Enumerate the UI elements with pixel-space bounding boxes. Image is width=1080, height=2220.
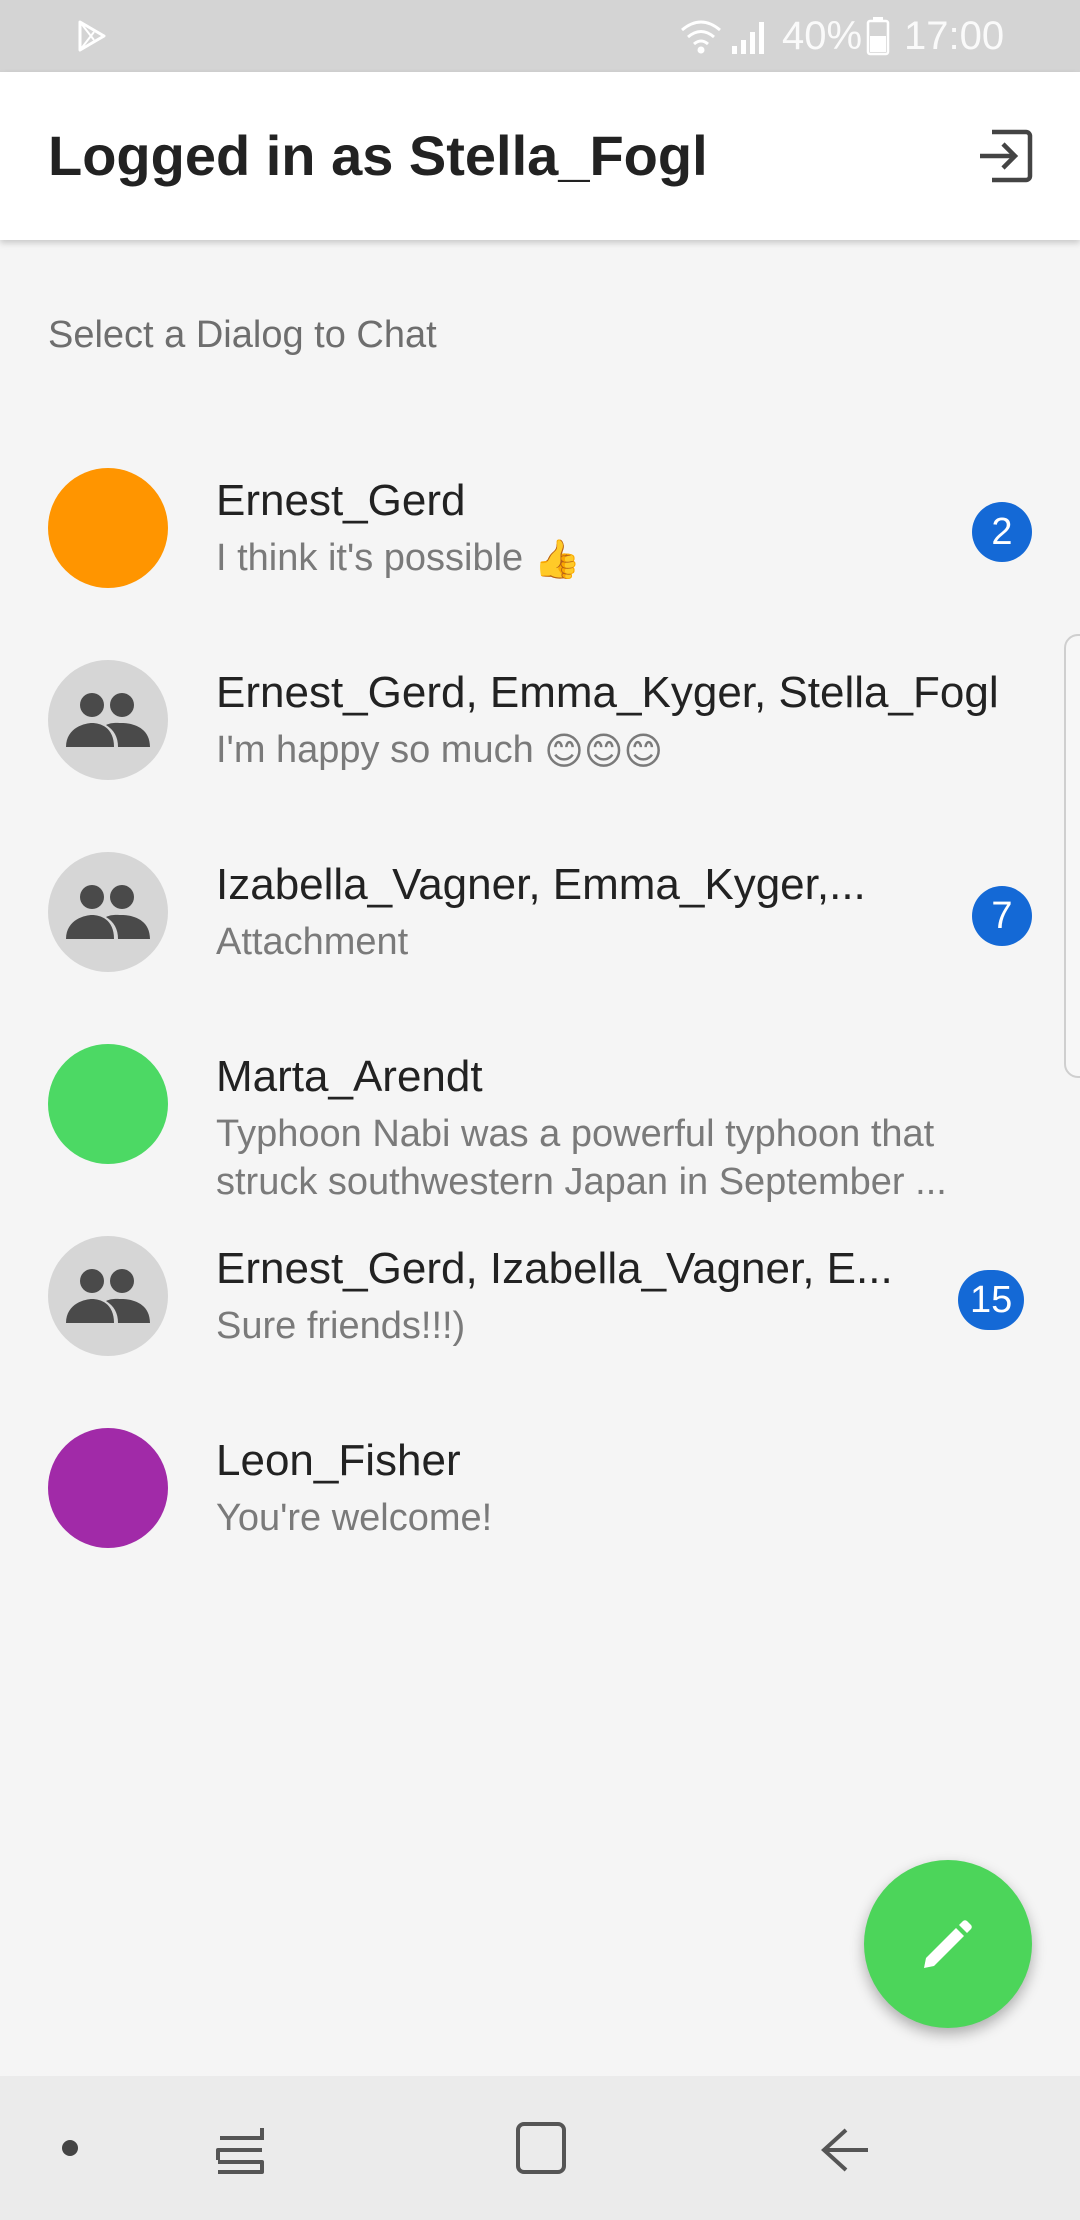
dialog-name: Marta_Arendt bbox=[216, 1052, 483, 1101]
group-icon bbox=[66, 1269, 150, 1323]
home-icon[interactable] bbox=[510, 2118, 572, 2180]
dialog-item[interactable]: Ernest_Gerd I think it's possible 👍 2 bbox=[0, 432, 1080, 624]
avatar bbox=[48, 852, 168, 972]
dialog-preview: Typhoon Nabi was a powerful typhoon that… bbox=[216, 1113, 947, 1203]
dialog-name: Leon_Fisher bbox=[216, 1436, 461, 1485]
play-store-icon bbox=[78, 20, 106, 52]
wifi-icon bbox=[681, 20, 721, 54]
page-title: Logged in as Stella_Fogl bbox=[48, 124, 708, 187]
dialog-item[interactable]: Ernest_Gerd, Izabella_Vagner, E... Sure … bbox=[0, 1200, 1080, 1392]
dialog-preview: I'm happy so much 😊😊😊 bbox=[216, 726, 1056, 776]
status-bar: 40% 17:00 bbox=[0, 0, 1080, 72]
nav-dot-icon[interactable] bbox=[62, 2140, 78, 2156]
scroll-handle[interactable] bbox=[1064, 634, 1080, 1078]
logout-button[interactable] bbox=[968, 118, 1044, 194]
avatar bbox=[48, 1428, 168, 1548]
section-header: Select a Dialog to Chat bbox=[48, 314, 437, 356]
clock: 17:00 bbox=[904, 14, 1005, 58]
avatar bbox=[48, 660, 168, 780]
group-icon bbox=[66, 693, 150, 747]
unread-badge: 2 bbox=[972, 502, 1032, 562]
dialog-name: Izabella_Vagner, Emma_Kyger,... bbox=[216, 860, 866, 909]
battery-percent: 40% bbox=[782, 14, 863, 58]
smiling-face-icon: 😊😊😊 bbox=[544, 730, 664, 773]
dialog-item[interactable]: Leon_Fisher You're welcome! bbox=[0, 1392, 1080, 1584]
dialog-item[interactable]: Marta_Arendt Typhoon Nabi was a powerful… bbox=[0, 1008, 1080, 1203]
unread-badge: 15 bbox=[958, 1270, 1025, 1330]
dialog-name: Ernest_Gerd, Izabella_Vagner, E... bbox=[216, 1244, 893, 1293]
dialog-preview: Attachment bbox=[216, 921, 409, 963]
battery-icon bbox=[866, 17, 890, 56]
avatar bbox=[48, 1044, 168, 1164]
signal-icon bbox=[732, 22, 764, 54]
thumbs-up-icon: 👍 bbox=[533, 538, 582, 581]
dialog-preview: Sure friends!!!) bbox=[216, 1305, 466, 1347]
dialog-item[interactable]: Ernest_Gerd, Emma_Kyger, Stella_Fogl I'm… bbox=[0, 624, 1080, 816]
dialog-item[interactable]: Izabella_Vagner, Emma_Kyger,... Attachme… bbox=[0, 816, 1080, 1008]
app-bar: Logged in as Stella_Fogl bbox=[0, 72, 1080, 240]
back-icon[interactable] bbox=[816, 2120, 876, 2180]
compose-button[interactable] bbox=[864, 1860, 1032, 2028]
group-icon bbox=[66, 885, 150, 939]
avatar bbox=[48, 468, 168, 588]
dialog-name: Ernest_Gerd bbox=[216, 476, 466, 525]
pencil-icon bbox=[924, 1920, 972, 1968]
avatar bbox=[48, 1236, 168, 1356]
dialog-preview: You're welcome! bbox=[216, 1497, 493, 1539]
dialog-name: Ernest_Gerd, Emma_Kyger, Stella_Fogl bbox=[216, 668, 999, 717]
logout-icon bbox=[980, 129, 1033, 183]
dialog-preview: I think it's possible 👍 bbox=[216, 534, 916, 584]
unread-badge: 7 bbox=[972, 886, 1032, 946]
recents-icon[interactable] bbox=[210, 2120, 270, 2180]
navigation-bar bbox=[0, 2076, 1080, 2220]
